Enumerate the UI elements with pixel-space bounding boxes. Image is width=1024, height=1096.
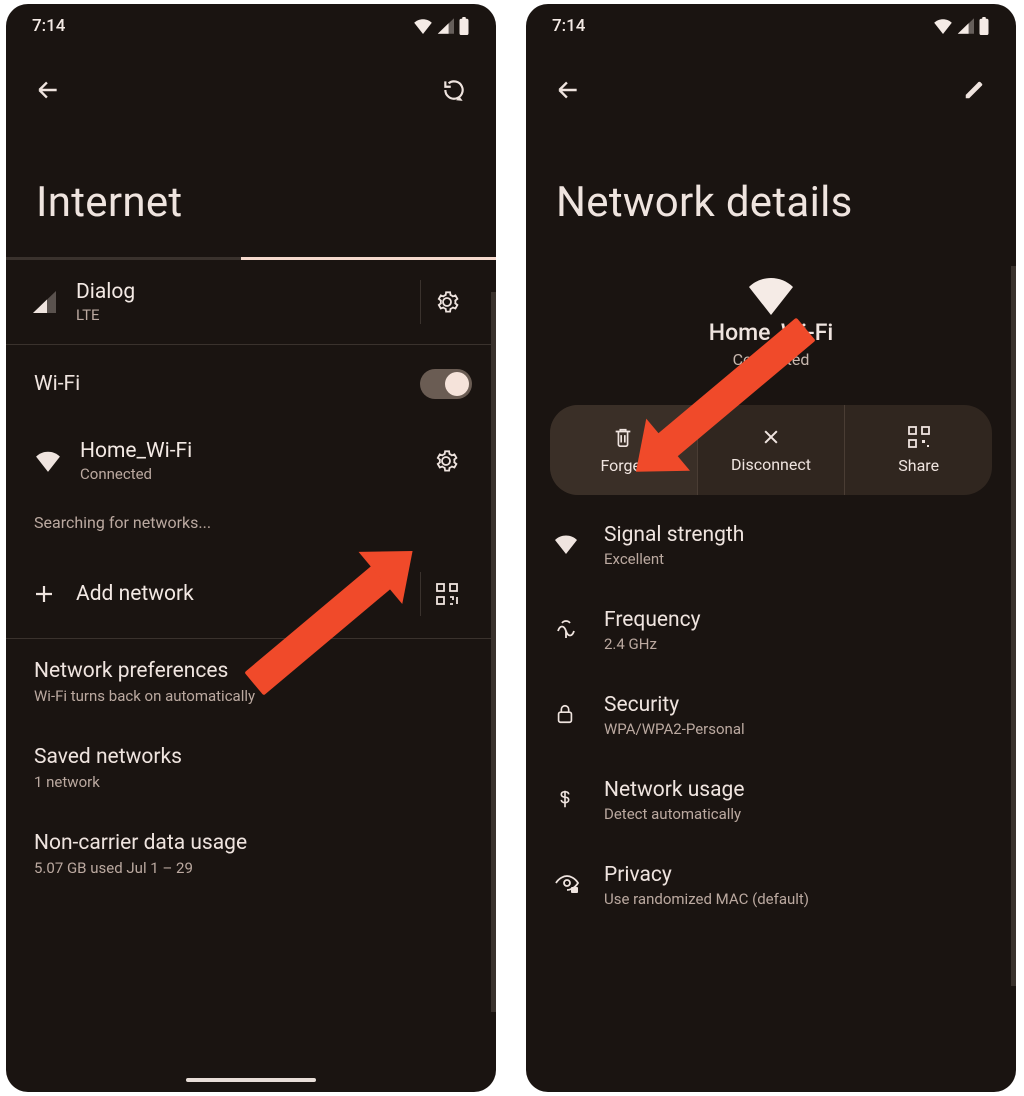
screen-network-details: 7:14 Network details Home_Wi-Fi Connecte… xyxy=(526,4,1016,1092)
share-button[interactable]: Share xyxy=(844,405,992,495)
detail-sub: 2.4 GHz xyxy=(604,635,701,653)
action-bar: Forget Disconnect Share xyxy=(550,405,992,495)
eye-lock-icon xyxy=(554,874,580,898)
scroll-indicator xyxy=(491,292,496,1012)
pref-saved-networks[interactable]: Saved networks 1 network xyxy=(6,725,496,811)
wifi-label: Wi-Fi xyxy=(34,372,80,396)
wifi-icon xyxy=(554,534,580,558)
signal-icon xyxy=(957,18,974,34)
detail-title: Privacy xyxy=(604,863,809,887)
wifi-icon xyxy=(747,275,795,315)
pref-data-usage[interactable]: Non-carrier data usage 5.07 GB used Jul … xyxy=(6,811,496,897)
back-button[interactable] xyxy=(30,72,66,108)
qr-icon xyxy=(908,426,930,448)
page-title: Internet xyxy=(6,120,496,257)
battery-icon xyxy=(458,17,470,35)
reset-icon xyxy=(441,77,467,103)
screen-internet: 7:14 Internet Dialog LTE Wi-Fi xyxy=(6,4,496,1092)
dollar-icon xyxy=(554,787,580,815)
gear-icon xyxy=(434,449,458,473)
pref-sub: 1 network xyxy=(34,773,468,791)
edit-button[interactable] xyxy=(956,72,992,108)
carrier-settings-button[interactable] xyxy=(420,280,472,324)
detail-title: Signal strength xyxy=(604,523,744,547)
detail-network-usage[interactable]: Network usage Detect automatically xyxy=(526,758,1016,843)
wifi-toggle-row: Wi-Fi xyxy=(6,345,496,419)
frequency-icon xyxy=(554,617,580,645)
status-time: 7:14 xyxy=(32,16,65,36)
pref-sub: 5.07 GB used Jul 1 – 29 xyxy=(34,859,468,877)
arrow-left-icon xyxy=(35,77,61,103)
detail-title: Security xyxy=(604,693,745,717)
connected-status: Connected xyxy=(80,465,402,483)
connected-ssid: Home_Wi-Fi xyxy=(80,439,402,463)
detail-title: Frequency xyxy=(604,608,701,632)
detail-sub: Detect automatically xyxy=(604,805,744,823)
lock-icon xyxy=(554,702,580,730)
detail-frequency[interactable]: Frequency 2.4 GHz xyxy=(526,588,1016,673)
status-icons xyxy=(933,17,990,35)
detail-sub: Use randomized MAC (default) xyxy=(604,890,809,908)
detail-signal-strength[interactable]: Signal strength Excellent xyxy=(526,503,1016,588)
signal-icon xyxy=(437,18,454,34)
pref-title: Non-carrier data usage xyxy=(34,831,468,855)
carrier-row[interactable]: Dialog LTE xyxy=(6,260,496,344)
wifi-icon xyxy=(413,18,433,34)
carrier-tech: LTE xyxy=(76,306,402,324)
status-bar: 7:14 xyxy=(526,4,1016,44)
network-settings-button[interactable] xyxy=(420,439,472,483)
pref-title: Saved networks xyxy=(34,745,468,769)
wifi-toggle[interactable] xyxy=(420,369,472,399)
plus-icon xyxy=(30,580,58,608)
pref-sub: Wi-Fi turns back on automatically xyxy=(34,687,468,705)
gear-icon xyxy=(435,290,459,314)
app-bar xyxy=(6,44,496,120)
detail-title: Network usage xyxy=(604,778,744,802)
qr-icon xyxy=(436,583,458,605)
detail-sub: WPA/WPA2-Personal xyxy=(604,720,745,738)
searching-text: Searching for networks... xyxy=(6,503,496,550)
app-bar xyxy=(526,44,1016,120)
connected-network-row[interactable]: Home_Wi-Fi Connected xyxy=(6,419,496,503)
disconnect-label: Disconnect xyxy=(731,455,811,474)
pencil-icon xyxy=(963,79,985,101)
reset-button[interactable] xyxy=(436,72,472,108)
close-icon xyxy=(761,427,781,447)
wifi-icon xyxy=(933,18,953,34)
back-button[interactable] xyxy=(550,72,586,108)
scroll-indicator xyxy=(1011,266,1016,986)
wifi-icon xyxy=(34,447,62,475)
detail-security[interactable]: Security WPA/WPA2-Personal xyxy=(526,673,1016,758)
status-icons xyxy=(413,17,470,35)
carrier-name: Dialog xyxy=(76,280,402,304)
share-label: Share xyxy=(898,456,939,475)
connected-texts: Home_Wi-Fi Connected xyxy=(80,439,402,483)
arrow-left-icon xyxy=(555,77,581,103)
signal-icon xyxy=(30,288,58,316)
pref-network-preferences[interactable]: Network preferences Wi-Fi turns back on … xyxy=(6,639,496,725)
nav-handle[interactable] xyxy=(186,1078,316,1082)
detail-sub: Excellent xyxy=(604,550,744,568)
detail-privacy[interactable]: Privacy Use randomized MAC (default) xyxy=(526,843,1016,928)
page-title: Network details xyxy=(526,120,1016,257)
status-bar: 7:14 xyxy=(6,4,496,44)
status-time: 7:14 xyxy=(552,16,585,36)
carrier-texts: Dialog LTE xyxy=(76,280,402,324)
battery-icon xyxy=(978,17,990,35)
